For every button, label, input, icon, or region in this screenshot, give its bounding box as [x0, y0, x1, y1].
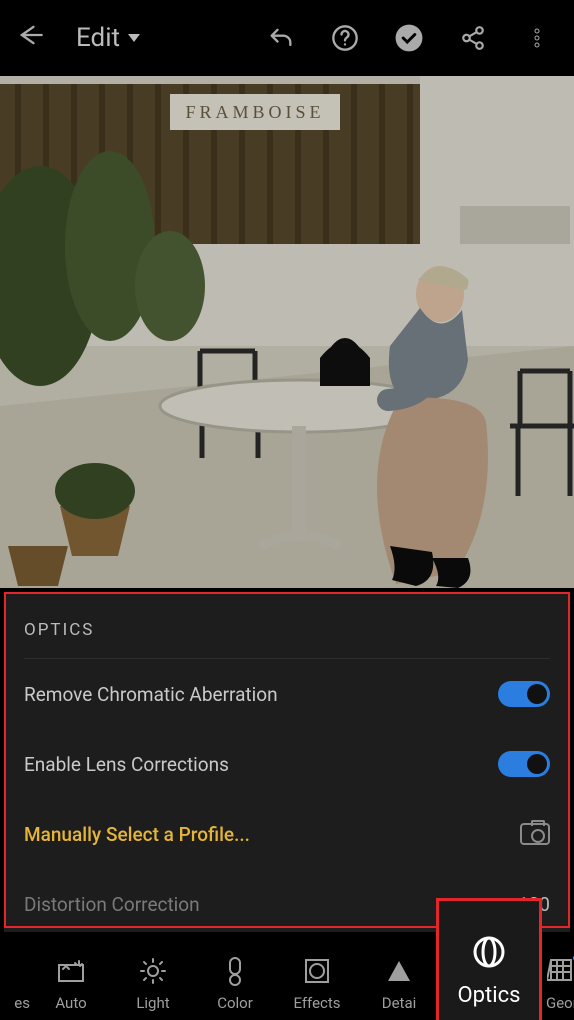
- back-button[interactable]: [12, 21, 48, 56]
- manually-select-profile-row[interactable]: Manually Select a Profile...: [24, 799, 550, 869]
- remove-chromatic-aberration-row: Remove Chromatic Aberration: [24, 659, 550, 729]
- tab-optics[interactable]: Optics: [436, 898, 542, 1020]
- tab-light[interactable]: Light: [112, 944, 194, 1020]
- edit-menu-label: Edit: [76, 23, 120, 53]
- camera-icon: [520, 823, 550, 845]
- detail-icon: [384, 956, 414, 986]
- share-button[interactable]: [448, 13, 498, 63]
- tab-color-label: Color: [217, 994, 253, 1012]
- undo-button[interactable]: [256, 13, 306, 63]
- rca-label: Remove Chromatic Aberration: [24, 683, 278, 706]
- photo-canvas[interactable]: FRAMBOISE: [0, 76, 574, 588]
- tab-detail-label: Detai: [382, 994, 417, 1012]
- msp-label: Manually Select a Profile...: [24, 823, 250, 846]
- tab-auto-label: Auto: [55, 994, 86, 1012]
- tab-geometry-label: Geometry: [546, 994, 574, 1012]
- rca-toggle[interactable]: [498, 681, 550, 707]
- auto-icon: [56, 956, 86, 986]
- tab-profiles-partial[interactable]: es: [0, 944, 30, 1020]
- elc-label: Enable Lens Corrections: [24, 753, 229, 776]
- more-button[interactable]: [512, 13, 562, 63]
- approve-button[interactable]: [384, 13, 434, 63]
- tab-color[interactable]: Color: [194, 944, 276, 1020]
- geometry-icon: [546, 956, 574, 986]
- elc-toggle[interactable]: [498, 751, 550, 777]
- tab-auto[interactable]: Auto: [30, 944, 112, 1020]
- tab-optics-label: Optics: [458, 983, 521, 1008]
- tab-geometry[interactable]: Geometry: [542, 944, 574, 1020]
- tab-effects[interactable]: Effects: [276, 944, 358, 1020]
- chevron-down-icon: [128, 34, 140, 42]
- effects-icon: [302, 956, 332, 986]
- help-button[interactable]: [320, 13, 370, 63]
- tab-light-label: Light: [136, 994, 169, 1012]
- distortion-label: Distortion Correction: [24, 893, 200, 916]
- tab-profiles-label: es: [14, 994, 30, 1012]
- light-icon: [138, 956, 168, 986]
- optics-panel-title: OPTICS: [24, 592, 550, 659]
- app-topbar: Edit: [0, 0, 574, 76]
- tab-effects-label: Effects: [293, 994, 340, 1012]
- optics-icon: [468, 931, 510, 973]
- enable-lens-corrections-row: Enable Lens Corrections: [24, 729, 550, 799]
- optics-panel: OPTICS Remove Chromatic Aberration Enabl…: [4, 592, 570, 932]
- tab-detail[interactable]: Detai: [358, 944, 440, 1020]
- bottom-toolbar: es Auto Light Color Effects Detai: [0, 938, 574, 1020]
- color-icon: [220, 956, 250, 986]
- edit-menu-button[interactable]: Edit: [76, 23, 140, 53]
